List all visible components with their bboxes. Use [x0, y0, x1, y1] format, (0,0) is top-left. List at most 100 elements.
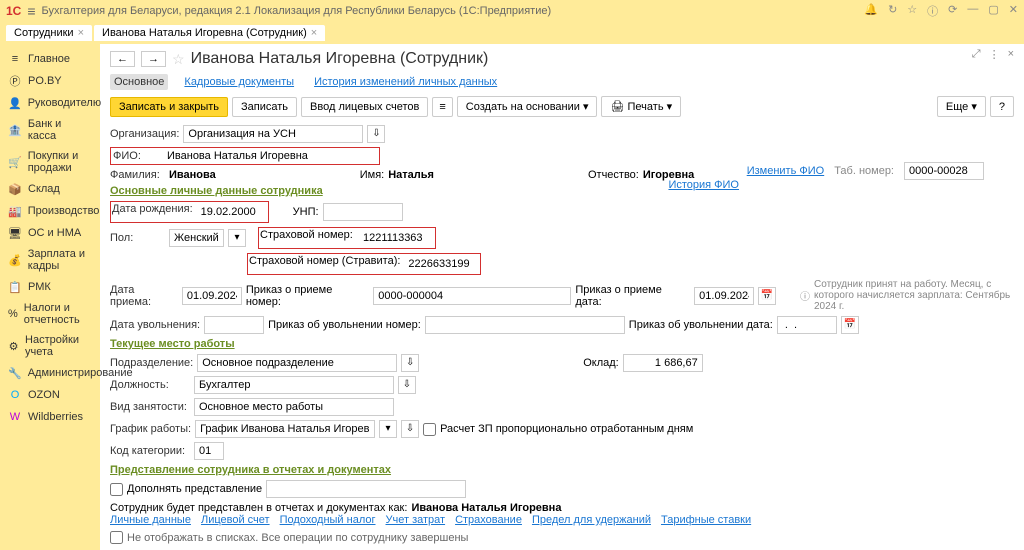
help-button[interactable]: ? — [990, 96, 1014, 117]
catcode-input[interactable] — [194, 442, 224, 460]
salary-label: Оклад: — [583, 357, 619, 369]
subtab-history[interactable]: История изменений личных данных — [310, 74, 501, 90]
save-button[interactable]: Записать — [232, 97, 297, 117]
position-select-button[interactable]: ⇩ — [398, 376, 416, 394]
schedule-dropdown-button[interactable]: ▾ — [379, 420, 397, 438]
schedule-input[interactable] — [195, 420, 375, 438]
tabnum-input[interactable] — [904, 162, 984, 180]
nav-sales[interactable]: 🛒Покупки и продажи — [0, 146, 100, 178]
minimize-icon[interactable]: — — [967, 3, 978, 19]
subtab-docs[interactable]: Кадровые документы — [180, 74, 298, 90]
tab-employee-card[interactable]: Иванова Наталья Игоревна (Сотрудник)× — [94, 25, 325, 41]
hire-order-label: Приказ о приеме номер: — [246, 284, 369, 308]
propcalc-checkbox[interactable] — [423, 423, 436, 436]
salary-input[interactable] — [623, 354, 703, 372]
org-input[interactable] — [183, 125, 363, 143]
menu-icon[interactable]: ≡ — [27, 3, 35, 19]
dept-select-button[interactable]: ⇩ — [401, 354, 419, 372]
nav-bank[interactable]: 🏦Банк и касса — [0, 114, 100, 146]
fire-order-input[interactable] — [425, 316, 625, 334]
ins-input[interactable] — [359, 229, 434, 247]
titlebar: 1C ≡ Бухгалтерия для Беларуси, редакция … — [0, 0, 1024, 22]
link-insurance[interactable]: Страхование — [455, 514, 522, 526]
dob-input[interactable] — [197, 203, 267, 221]
history-fio-link[interactable]: История ФИО — [668, 179, 739, 191]
nav-production[interactable]: 🏭Производство — [0, 200, 100, 222]
nav-admin[interactable]: 🔧Администрирование — [0, 362, 100, 384]
link-personal[interactable]: Личные данные — [110, 514, 191, 526]
nav-main[interactable]: ≡Главное — [0, 48, 100, 70]
refresh-icon[interactable]: ⟳ — [948, 3, 957, 19]
section-personal: Основные личные данные сотрудника — [110, 185, 1014, 197]
fire-date-label: Дата увольнения: — [110, 319, 200, 331]
section-workplace: Текущее место работы — [110, 338, 1014, 350]
nav-manager[interactable]: 👤Руководителю — [0, 92, 100, 114]
more-button[interactable]: Еще ▾ — [937, 96, 986, 117]
calendar-icon[interactable]: 📅 — [841, 316, 859, 334]
fire-order-date-label: Приказ об увольнении дата: — [629, 319, 773, 331]
gender-input[interactable] — [169, 229, 224, 247]
hire-date-input[interactable] — [182, 287, 242, 305]
nav-ozon[interactable]: ОOZON — [0, 384, 100, 406]
schedule-select-button[interactable]: ⇩ — [401, 420, 419, 438]
surname-value: Иванова — [169, 169, 216, 181]
ins2-input[interactable] — [404, 255, 479, 273]
sidebar: ≡Главное ⓅPO.BY 👤Руководителю 🏦Банк и ка… — [0, 44, 100, 550]
change-fio-link[interactable]: Изменить ФИО — [747, 165, 825, 177]
hire-order-input[interactable] — [373, 287, 571, 305]
link-rates[interactable]: Тарифные ставки — [661, 514, 751, 526]
org-select-button[interactable]: ⇩ — [367, 125, 385, 143]
nav-assets[interactable]: 🖥ОС и НМА — [0, 222, 100, 244]
bell-icon[interactable]: 🔔 — [864, 3, 878, 19]
maximize-icon[interactable]: ▢ — [988, 3, 998, 19]
calendar-icon[interactable]: 📅 — [758, 287, 776, 305]
subtab-main[interactable]: Основное — [110, 74, 168, 90]
accounts-button[interactable]: Ввод лицевых счетов — [301, 97, 428, 117]
link-account[interactable]: Лицевой счет — [201, 514, 270, 526]
tab-close-icon[interactable]: × — [78, 27, 84, 39]
save-close-button[interactable]: Записать и закрыть — [110, 97, 228, 117]
nav-taxes[interactable]: %Налоги и отчетность — [0, 298, 100, 330]
print-button[interactable]: 🖨 Печать ▾ — [601, 96, 681, 117]
list-button[interactable]: ≡ — [432, 97, 452, 117]
nav-settings[interactable]: ⚙Настройки учета — [0, 330, 100, 362]
repr-value: Иванова Наталья Игоревна — [411, 502, 561, 514]
fio-value: Иванова Наталья Игоревна — [167, 150, 308, 162]
close-icon[interactable]: ✕ — [1009, 3, 1018, 19]
link-costs[interactable]: Учет затрат — [386, 514, 446, 526]
close-content-icon[interactable]: × — [1008, 48, 1014, 61]
app-logo: 1C — [6, 4, 21, 18]
tab-employees[interactable]: Сотрудники× — [6, 25, 92, 41]
nav-salary[interactable]: 💰Зарплата и кадры — [0, 244, 100, 276]
back-button[interactable]: ← — [110, 51, 135, 67]
hire-date-label: Дата приема: — [110, 284, 178, 308]
hide-checkbox[interactable] — [110, 531, 123, 544]
tab-close-icon[interactable]: × — [311, 27, 317, 39]
link-tax[interactable]: Подоходный налог — [280, 514, 376, 526]
fire-order-date-input[interactable] — [777, 316, 837, 334]
favorite-icon[interactable]: ☆ — [172, 51, 185, 68]
fio-label: ФИО: — [113, 150, 163, 162]
nav-wildberries[interactable]: WWildberries — [0, 406, 100, 428]
forward-button[interactable]: → — [141, 51, 166, 67]
history-icon[interactable]: ↻ — [888, 3, 897, 19]
content: ⤢ ⋮ × ← → ☆ Иванова Наталья Игоревна (Со… — [100, 44, 1024, 550]
gender-select-button[interactable]: ▾ — [228, 229, 246, 247]
hire-order-date-input[interactable] — [694, 287, 754, 305]
suppl-repr-input[interactable] — [266, 480, 466, 498]
more-icon[interactable]: ⋮ — [989, 48, 1000, 61]
emptype-input[interactable] — [194, 398, 394, 416]
suppl-repr-checkbox[interactable] — [110, 483, 123, 496]
nav-rmk[interactable]: 📋РМК — [0, 276, 100, 298]
star-icon[interactable]: ☆ — [907, 3, 917, 19]
create-based-button[interactable]: Создать на основании ▾ — [457, 96, 598, 117]
expand-icon[interactable]: ⤢ — [972, 48, 981, 61]
nav-warehouse[interactable]: 📦Склад — [0, 178, 100, 200]
unp-input[interactable] — [323, 203, 403, 221]
link-limit[interactable]: Предел для удержаний — [532, 514, 651, 526]
fire-date-input[interactable] — [204, 316, 264, 334]
info-icon[interactable]: ⓘ — [927, 3, 938, 19]
dept-input[interactable] — [197, 354, 397, 372]
nav-poby[interactable]: ⓅPO.BY — [0, 70, 100, 92]
position-input[interactable] — [194, 376, 394, 394]
